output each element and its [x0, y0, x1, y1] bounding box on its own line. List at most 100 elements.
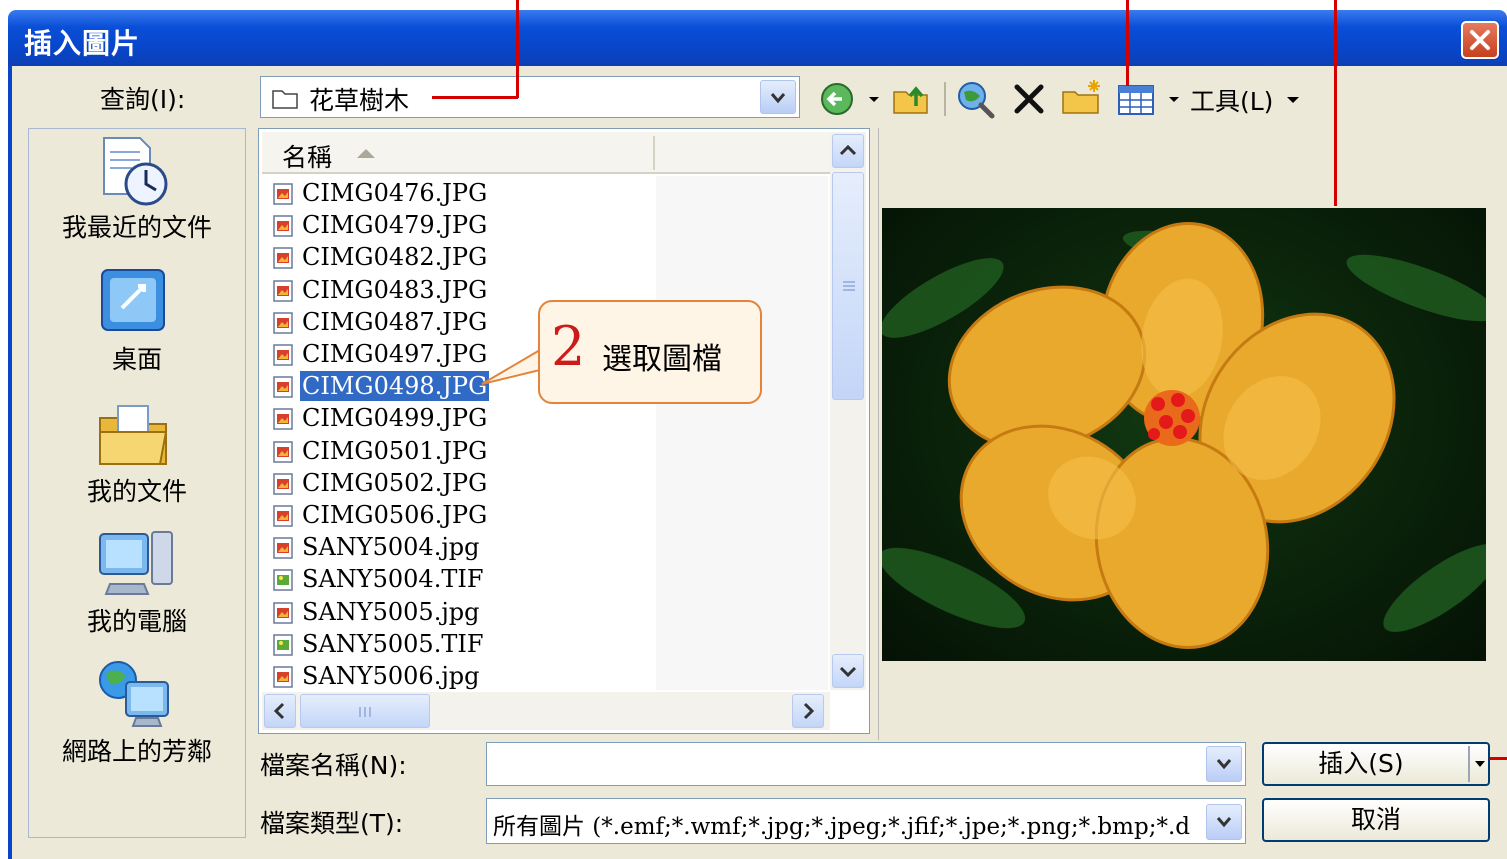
grip-icon — [359, 707, 371, 717]
desktop-icon — [101, 269, 165, 331]
lookin-value: 花草樹木 — [309, 86, 410, 115]
back-button[interactable] — [818, 80, 858, 118]
filename-dropdown-button[interactable] — [1206, 746, 1242, 782]
close-icon — [1470, 30, 1490, 50]
column-divider — [653, 136, 655, 170]
chevron-down-icon — [770, 93, 786, 104]
place-network-label: 網路上的芳鄰 — [61, 737, 212, 766]
tools-dropdown[interactable] — [1284, 86, 1302, 112]
file-item[interactable]: SANY5006.jpg — [272, 661, 652, 691]
jpg-image-file-icon — [273, 602, 293, 624]
place-my-documents[interactable] — [96, 396, 172, 470]
file-item[interactable]: CIMG0502.JPG — [272, 468, 652, 498]
jpg-image-file-icon — [273, 344, 293, 366]
up-folder-icon — [893, 86, 928, 114]
insert-options-dropdown[interactable] — [1472, 746, 1488, 782]
chevron-up-icon — [839, 144, 857, 156]
file-item[interactable]: CIMG0506.JPG — [272, 500, 652, 530]
scroll-up-button[interactable] — [832, 134, 864, 168]
scroll-down-button[interactable] — [832, 654, 864, 688]
title-bar[interactable] — [8, 10, 1507, 66]
filetype-dropdown-button[interactable] — [1206, 804, 1242, 840]
file-name: CIMG0483.JPG — [302, 276, 488, 304]
place-recent-label: 我最近的文件 — [61, 213, 212, 242]
file-name: CIMG0502.JPG — [302, 469, 488, 497]
search-web-button[interactable] — [954, 78, 998, 120]
place-desktop[interactable] — [96, 266, 172, 338]
file-name: SANY5006.jpg — [302, 662, 480, 690]
caret-down-icon — [1287, 97, 1299, 103]
file-item[interactable]: CIMG0479.JPG — [272, 210, 652, 240]
jpg-image-file-icon — [273, 537, 293, 559]
lookin-combo[interactable]: 花草樹木 — [260, 76, 800, 118]
annotation-line-preview — [1334, 0, 1337, 206]
scroll-left-button[interactable] — [264, 694, 296, 728]
place-my-computer[interactable] — [96, 528, 176, 600]
file-item[interactable]: CIMG0482.JPG — [272, 242, 652, 272]
new-folder-button[interactable] — [1060, 78, 1104, 118]
file-name: SANY5004.jpg — [302, 533, 480, 561]
my-documents-icon — [99, 405, 168, 465]
file-item[interactable]: CIMG0476.JPG — [272, 178, 652, 208]
file-item[interactable]: SANY5005.jpg — [272, 597, 652, 627]
file-name: SANY5004.TIF — [302, 565, 484, 593]
views-dropdown[interactable] — [1166, 86, 1182, 112]
caret-down-icon — [1475, 761, 1485, 767]
file-item[interactable]: CIMG0501.JPG — [272, 436, 652, 466]
place-recent[interactable] — [96, 134, 172, 210]
file-item[interactable]: CIMG0499.JPG — [272, 403, 652, 433]
jpg-image-file-icon — [273, 215, 293, 237]
lookin-label: 查詢(I): — [100, 85, 186, 114]
horizontal-scroll-thumb[interactable] — [300, 694, 430, 728]
jpg-image-file-icon — [273, 376, 293, 398]
annotation-line-lookin-horizontal — [432, 96, 518, 99]
back-dropdown[interactable] — [866, 86, 882, 112]
chevron-down-icon — [839, 666, 857, 678]
file-name: CIMG0476.JPG — [302, 179, 488, 207]
file-item[interactable]: SANY5005.TIF — [272, 629, 652, 659]
filetype-select[interactable]: 所有圖片 (*.emf;*.wmf;*.jpg;*.jpeg;*.jfif;*.… — [486, 798, 1246, 844]
up-folder-button[interactable] — [890, 80, 932, 118]
close-button[interactable] — [1461, 21, 1499, 59]
delete-x-icon — [1014, 84, 1044, 114]
cancel-button[interactable]: 取消 — [1262, 798, 1490, 842]
jpg-image-file-icon — [273, 441, 293, 463]
back-arrow-icon — [821, 83, 853, 115]
place-network[interactable] — [96, 656, 176, 732]
jpg-image-file-icon — [273, 505, 293, 527]
caret-down-icon — [869, 97, 879, 102]
delete-button[interactable] — [1010, 80, 1048, 118]
jpg-image-file-icon — [273, 473, 293, 495]
tif-image-file-icon — [273, 634, 293, 656]
place-my-computer-label: 我的電腦 — [86, 607, 187, 636]
chevron-left-icon — [273, 702, 285, 720]
insert-button-label: 插入(S) — [1318, 749, 1404, 778]
hibiscus-flower-image — [882, 222, 1486, 649]
file-item[interactable]: SANY5004.TIF — [272, 564, 652, 594]
image-preview — [882, 208, 1486, 661]
tif-image-file-icon — [273, 569, 293, 591]
file-item[interactable]: SANY5004.jpg — [272, 532, 652, 562]
jpg-image-file-icon — [273, 280, 293, 302]
scroll-right-button[interactable] — [792, 694, 824, 728]
column-header-label: 名稱 — [282, 143, 333, 172]
column-shade — [656, 176, 828, 690]
column-header-name[interactable]: 名稱 — [262, 132, 654, 174]
lookin-dropdown-button[interactable] — [760, 80, 796, 114]
tools-menu[interactable]: 工具(L) — [1190, 82, 1273, 118]
new-folder-icon — [1062, 80, 1100, 114]
place-desktop-label: 桌面 — [111, 345, 162, 374]
filename-input[interactable] — [486, 742, 1246, 786]
insert-button[interactable]: 插入(S) — [1262, 742, 1490, 786]
callout-text: 選取圖檔 — [602, 342, 722, 377]
vertical-scroll-thumb[interactable] — [832, 172, 864, 400]
tools-menu-label: 工具(L) — [1190, 87, 1274, 116]
jpg-image-file-icon — [273, 312, 293, 334]
callout-step-number: 2 — [551, 315, 586, 378]
network-places-icon — [99, 661, 169, 727]
caret-down-icon — [1169, 97, 1179, 102]
views-button[interactable] — [1116, 82, 1156, 118]
file-name: SANY5005.TIF — [302, 630, 484, 658]
cancel-button-label: 取消 — [1350, 805, 1401, 834]
grip-icon — [843, 281, 855, 291]
